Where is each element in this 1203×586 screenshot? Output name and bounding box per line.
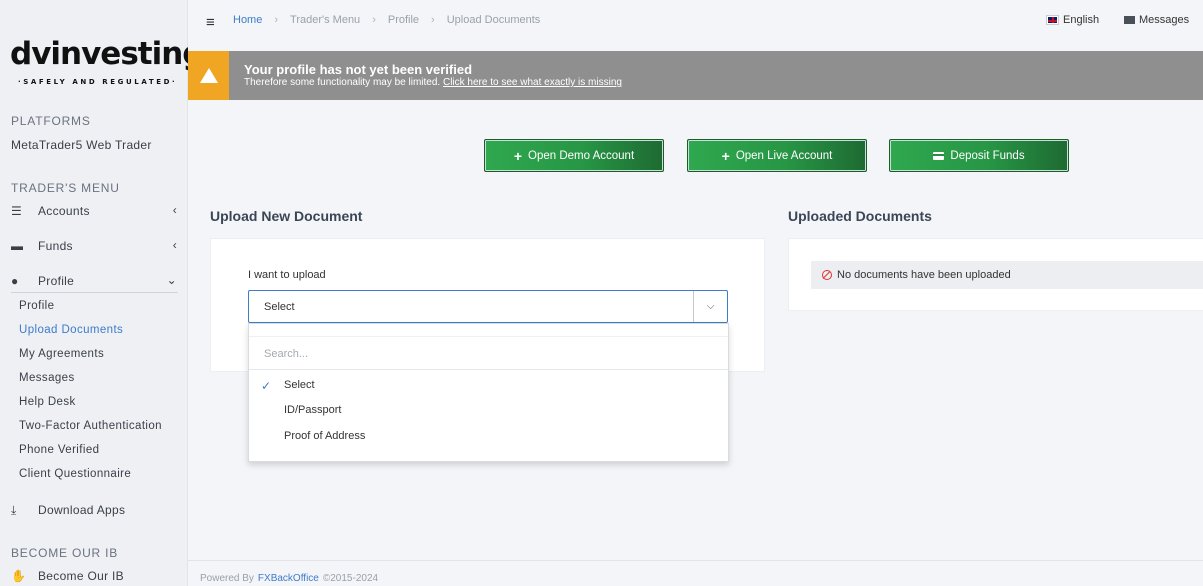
banner-missing-link[interactable]: Click here to see what exactly is missin… bbox=[443, 77, 622, 88]
button-label: Open Live Account bbox=[735, 149, 833, 162]
sidebar-sub-messages[interactable]: Messages bbox=[19, 372, 75, 384]
plus-icon: + bbox=[721, 147, 730, 164]
handshake-icon: ✋ bbox=[11, 569, 27, 583]
search-placeholder: Search... bbox=[264, 348, 309, 360]
option-proof-of-address[interactable]: Proof of Address bbox=[284, 430, 365, 442]
sidebar-item-label: Accounts bbox=[38, 204, 90, 218]
upload-section-title: Upload New Document bbox=[210, 208, 363, 224]
button-label: Open Demo Account bbox=[528, 149, 635, 162]
divider bbox=[11, 292, 178, 293]
metatrader-web-trader-link[interactable]: MetaTrader5 Web Trader bbox=[11, 138, 152, 152]
breadcrumb-traders-menu: Trader's Menu bbox=[290, 14, 361, 26]
sidebar-item-label: Become Our IB bbox=[38, 569, 124, 583]
sidebar-item-accounts[interactable]: ☰ Accounts ‹ bbox=[11, 201, 179, 221]
open-live-account-button[interactable]: + Open Live Account bbox=[687, 139, 867, 172]
chevron-left-icon: ‹ bbox=[172, 203, 177, 217]
messages-link[interactable]: Messages bbox=[1124, 14, 1189, 26]
ib-header: BECOME OUR IB bbox=[11, 546, 119, 560]
plus-icon: + bbox=[513, 147, 523, 164]
wallet-icon: ▬ bbox=[11, 239, 24, 253]
topbar: ≡ Home › Trader's Menu › Profile › Uploa… bbox=[188, 0, 1203, 51]
language-selector[interactable]: English bbox=[1047, 14, 1099, 26]
platforms-header: PLATFORMS bbox=[11, 114, 91, 128]
logo-text: dvinvesting bbox=[10, 36, 204, 72]
sidebar-item-download-apps[interactable]: ⤓ Download Apps bbox=[11, 500, 179, 520]
sidebar-sub-upload-documents[interactable]: Upload Documents bbox=[19, 324, 123, 336]
banner-text: Therefore some functionality may be limi… bbox=[244, 77, 441, 88]
user-icon: ● bbox=[11, 274, 19, 288]
document-type-dropdown: Search... ✓ Select ID/Passport Proof of … bbox=[248, 323, 729, 462]
document-type-select[interactable]: Select ⌵ bbox=[248, 290, 728, 323]
footer-powered-by: Powered By bbox=[200, 573, 254, 584]
footer-brand-link[interactable]: FXBackOffice bbox=[258, 573, 319, 584]
no-documents-text: No documents have been uploaded bbox=[837, 269, 1011, 281]
sidebar-item-label: Funds bbox=[38, 239, 73, 253]
envelope-icon bbox=[1124, 16, 1135, 24]
warning-icon-box bbox=[188, 51, 229, 100]
sidebar-sub-two-factor[interactable]: Two-Factor Authentication bbox=[19, 420, 162, 432]
banner-title: Your profile has not yet been verified bbox=[244, 62, 473, 77]
option-select[interactable]: Select bbox=[284, 379, 315, 391]
sidebar: dvinvesting ·SAFELY AND REGULATED· PLATF… bbox=[0, 0, 204, 586]
breadcrumb-home[interactable]: Home bbox=[233, 14, 262, 26]
sidebar-item-funds[interactable]: ▬ Funds ‹ bbox=[11, 236, 179, 256]
upload-type-label: I want to upload bbox=[248, 269, 326, 281]
warning-icon bbox=[199, 68, 218, 83]
download-icon: ⤓ bbox=[11, 502, 17, 517]
sidebar-sub-phone-verified[interactable]: Phone Verified bbox=[19, 444, 99, 456]
sidebar-item-label: Download Apps bbox=[38, 503, 126, 517]
language-label: English bbox=[1063, 14, 1100, 26]
sidebar-item-label: Profile bbox=[38, 274, 75, 288]
sidebar-sub-profile[interactable]: Profile bbox=[19, 300, 54, 312]
chevron-down-icon: ⌄ bbox=[166, 273, 177, 287]
deposit-funds-button[interactable]: Deposit Funds bbox=[889, 139, 1069, 172]
breadcrumb-profile: Profile bbox=[387, 14, 420, 26]
list-icon: ☰ bbox=[11, 204, 23, 218]
option-id-passport[interactable]: ID/Passport bbox=[284, 404, 341, 416]
breadcrumb-separator: › bbox=[431, 14, 435, 26]
dropdown-search-input[interactable]: Search... bbox=[249, 336, 728, 370]
verification-banner: Your profile has not yet been verified T… bbox=[188, 51, 1203, 100]
logo-tagline: ·SAFELY AND REGULATED· bbox=[18, 78, 178, 86]
button-label: Deposit Funds bbox=[950, 149, 1025, 162]
hamburger-menu-icon[interactable]: ≡ bbox=[206, 14, 215, 31]
breadcrumb-upload-documents: Upload Documents bbox=[446, 14, 541, 26]
uk-flag-icon bbox=[1047, 16, 1058, 24]
breadcrumb: Home › Trader's Menu › Profile › Upload … bbox=[233, 14, 540, 26]
sidebar-sub-my-agreements[interactable]: My Agreements bbox=[19, 348, 104, 360]
check-icon: ✓ bbox=[261, 379, 272, 393]
open-demo-account-button[interactable]: + Open Demo Account bbox=[484, 139, 664, 172]
footer-copyright: ©2015-2024 bbox=[322, 573, 379, 584]
credit-card-icon bbox=[933, 151, 945, 160]
uploaded-section-title: Uploaded Documents bbox=[788, 208, 932, 224]
no-documents-notice: No documents have been uploaded bbox=[811, 261, 1203, 289]
breadcrumb-separator: › bbox=[274, 14, 279, 26]
traders-menu-header: TRADER'S MENU bbox=[11, 181, 120, 195]
select-value: Select bbox=[264, 301, 295, 313]
footer-divider bbox=[188, 560, 1203, 561]
sidebar-sub-help-desk[interactable]: Help Desk bbox=[19, 396, 76, 408]
banner-subtext: Therefore some functionality may be limi… bbox=[244, 77, 622, 88]
messages-label: Messages bbox=[1139, 14, 1190, 26]
chevron-down-icon[interactable]: ⌵ bbox=[693, 291, 727, 322]
sidebar-sub-client-questionnaire[interactable]: Client Questionnaire bbox=[19, 468, 131, 480]
logo[interactable]: dvinvesting ·SAFELY AND REGULATED· bbox=[10, 36, 204, 92]
chevron-left-icon: ‹ bbox=[172, 238, 177, 252]
breadcrumb-separator: › bbox=[372, 14, 376, 26]
sidebar-item-profile[interactable]: ● Profile ⌄ bbox=[11, 271, 179, 291]
footer: Powered By FXBackOffice ©2015-2024 bbox=[200, 573, 378, 584]
sidebar-item-become-ib[interactable]: ✋ Become Our IB bbox=[11, 566, 179, 586]
ban-icon bbox=[822, 270, 832, 280]
